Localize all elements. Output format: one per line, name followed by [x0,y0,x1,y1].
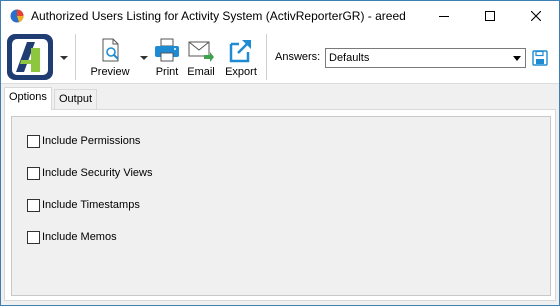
answers-selected-value: Defaults [329,52,370,64]
print-button[interactable]: Print [153,33,181,81]
export-label: Export [225,66,257,78]
tab-output[interactable]: Output [54,89,98,109]
toolbar: Preview Print Email Export Answers: Defa… [1,31,559,84]
preview-dropdown-icon[interactable] [139,53,149,63]
printer-icon [155,38,179,62]
email-button[interactable]: Email [186,33,216,81]
option-include-security-views[interactable]: Include Security Views [27,165,152,181]
option-include-timestamps[interactable]: Include Timestamps [27,197,140,213]
app-logo-button[interactable] [7,34,53,80]
minimize-icon [439,16,449,17]
export-button[interactable]: Export [222,33,260,81]
email-icon [188,41,214,62]
tab-options[interactable]: Options [4,87,52,110]
include-permissions-checkbox[interactable] [27,134,40,148]
tab-strip: Options Output [1,85,559,110]
option-label: Include Permissions [42,135,141,147]
option-label: Include Memos [42,231,117,243]
pie-chart-icon [10,9,24,23]
toolbar-divider [266,34,267,80]
include-security-views-checkbox[interactable] [27,166,40,180]
include-timestamps-checkbox[interactable] [27,198,40,212]
email-label: Email [187,66,215,78]
maximize-icon [485,11,495,21]
option-label: Include Security Views [42,167,153,179]
report-window: Authorized Users Listing for Activity Sy… [0,0,560,306]
app-logo-icon [7,34,53,80]
preview-label: Preview [90,66,130,78]
toolbar-divider [75,34,76,80]
maximize-button[interactable] [467,1,513,31]
options-group: Include Permissions Include Security Vie… [11,116,551,296]
answers-dropdown[interactable]: Defaults [325,48,526,68]
title-bar: Authorized Users Listing for Activity Sy… [1,1,559,31]
window-title: Authorized Users Listing for Activity Sy… [31,9,406,23]
include-memos-checkbox[interactable] [27,230,40,244]
close-button[interactable] [513,1,559,31]
close-icon [531,11,541,21]
option-include-memos[interactable]: Include Memos [27,229,117,245]
options-panel: Include Permissions Include Security Vie… [4,109,556,301]
print-label: Print [155,66,179,78]
save-icon[interactable] [532,50,548,66]
answers-label: Answers: [275,51,321,63]
preview-icon [102,38,119,62]
chevron-down-icon [513,56,521,61]
option-include-permissions[interactable]: Include Permissions [27,133,140,149]
preview-button[interactable]: Preview [89,33,131,81]
option-label: Include Timestamps [42,199,140,211]
minimize-button[interactable] [421,1,467,31]
export-icon [229,40,251,63]
logo-dropdown-icon[interactable] [59,53,69,63]
